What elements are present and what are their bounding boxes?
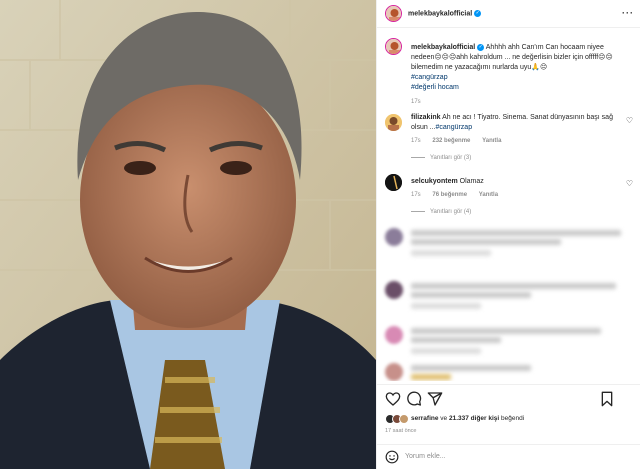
blurred-avatar bbox=[385, 281, 403, 299]
comment-likes[interactable]: 232 beğenme bbox=[432, 138, 470, 144]
likes-count[interactable]: 21.337 bbox=[449, 415, 469, 422]
comment-time: 17s bbox=[411, 138, 421, 144]
comment-icon[interactable] bbox=[406, 391, 422, 407]
blurred-comment bbox=[385, 363, 635, 381]
post-photo[interactable] bbox=[0, 0, 376, 469]
portrait-image bbox=[0, 0, 376, 469]
blurred-text bbox=[411, 230, 621, 236]
author-avatar-image bbox=[386, 6, 401, 21]
comment-avatar[interactable] bbox=[385, 174, 402, 191]
post-caption: melekbaykalofficial ✓ Ahhhh ahh Can'ım Ca… bbox=[411, 43, 621, 107]
comment-username[interactable]: selcukyontem bbox=[411, 178, 458, 185]
comment-time: 17s bbox=[411, 192, 421, 198]
first-liker[interactable]: serrafine bbox=[411, 415, 438, 422]
blurred-text bbox=[411, 283, 616, 289]
comment-hashtag[interactable]: #cangürzap bbox=[436, 124, 473, 131]
caption-time: 17s bbox=[411, 99, 421, 105]
caption-hashtag[interactable]: #cangürzap bbox=[411, 73, 621, 83]
post-actions: serrafine ve 21.337 diğer kişi beğendi 1… bbox=[377, 384, 640, 440]
replies-divider bbox=[411, 210, 425, 212]
author-username[interactable]: melekbaykalofficial bbox=[408, 10, 472, 17]
comment-avatar[interactable] bbox=[385, 114, 402, 131]
blurred-text bbox=[411, 365, 531, 371]
add-comment-bar: Yorum ekle... bbox=[377, 444, 640, 469]
post-side-panel: melekbaykalofficial ✓ ··· melekbaykaloffi… bbox=[376, 0, 640, 469]
post-time: 17 saat önce bbox=[385, 428, 417, 434]
likes-others[interactable]: diğer kişi bbox=[471, 415, 500, 422]
likes-suffix: beğendi bbox=[501, 415, 525, 422]
blurred-avatar bbox=[385, 228, 403, 246]
view-replies-label: Yanıtları gör (4) bbox=[430, 209, 472, 215]
blurred-text bbox=[411, 328, 601, 334]
heart-icon[interactable] bbox=[385, 391, 401, 407]
caption-author-avatar[interactable] bbox=[385, 38, 402, 55]
comment-input[interactable]: Yorum ekle... bbox=[405, 453, 446, 460]
author-avatar[interactable] bbox=[385, 5, 402, 22]
comment-reply-button[interactable]: Yanıtla bbox=[482, 138, 501, 144]
verified-badge-icon: ✓ bbox=[477, 43, 485, 51]
blurred-meta bbox=[411, 303, 481, 309]
blurred-text bbox=[411, 374, 451, 380]
blurred-meta bbox=[411, 348, 481, 354]
instagram-post-viewer: melekbaykalofficial ✓ ··· melekbaykaloffi… bbox=[0, 0, 640, 469]
blurred-comment bbox=[385, 228, 635, 264]
view-replies-button[interactable]: Yanıtları gör (3) bbox=[411, 155, 471, 161]
heart-icon[interactable]: ♡ bbox=[626, 117, 633, 125]
blurred-text bbox=[411, 239, 561, 245]
heart-icon[interactable]: ♡ bbox=[626, 180, 633, 188]
caption-username[interactable]: melekbaykalofficial bbox=[411, 44, 475, 51]
comment-avatar-image bbox=[385, 174, 402, 191]
blurred-text bbox=[411, 292, 531, 298]
comments-area[interactable]: melekbaykalofficial ✓ Ahhhh ahh Can'ım Ca… bbox=[377, 29, 640, 381]
comment-reply-button[interactable]: Yanıtla bbox=[479, 192, 498, 198]
view-replies-button[interactable]: Yanıtları gör (4) bbox=[411, 209, 471, 215]
replies-divider bbox=[411, 156, 425, 158]
comment-avatar-image bbox=[385, 114, 402, 131]
comment-username[interactable]: filizakink bbox=[411, 114, 441, 121]
bookmark-icon[interactable] bbox=[599, 391, 615, 407]
blurred-text bbox=[411, 337, 501, 343]
view-replies-label: Yanıtları gör (3) bbox=[430, 155, 472, 161]
more-options-icon[interactable]: ··· bbox=[622, 9, 634, 18]
comment-item: selcukyontem Olamaz 17s 76 beğenme Yanıt… bbox=[411, 177, 621, 200]
caption-hashtag[interactable]: #değerli hocam bbox=[411, 83, 621, 93]
liker-avatar[interactable] bbox=[399, 414, 409, 424]
likes-and: ve bbox=[440, 415, 448, 422]
likes-summary: serrafine ve 21.337 diğer kişi beğendi bbox=[411, 415, 524, 422]
blurred-meta bbox=[411, 250, 491, 256]
verified-badge-icon: ✓ bbox=[474, 10, 482, 17]
blurred-avatar bbox=[385, 326, 403, 344]
comment-likes[interactable]: 76 beğenme bbox=[432, 192, 467, 198]
blurred-comment bbox=[385, 326, 635, 362]
comment-text: Olamaz bbox=[459, 178, 484, 185]
blurred-avatar bbox=[385, 363, 403, 381]
post-header: melekbaykalofficial ✓ ··· bbox=[377, 0, 640, 28]
emoji-icon[interactable] bbox=[385, 450, 399, 464]
share-icon[interactable] bbox=[427, 391, 443, 407]
caption-avatar-image bbox=[386, 39, 401, 54]
comment-item: filizakink Ah ne acı ! Tiyatro. Sinema. … bbox=[411, 113, 621, 146]
blurred-comment bbox=[385, 281, 635, 317]
